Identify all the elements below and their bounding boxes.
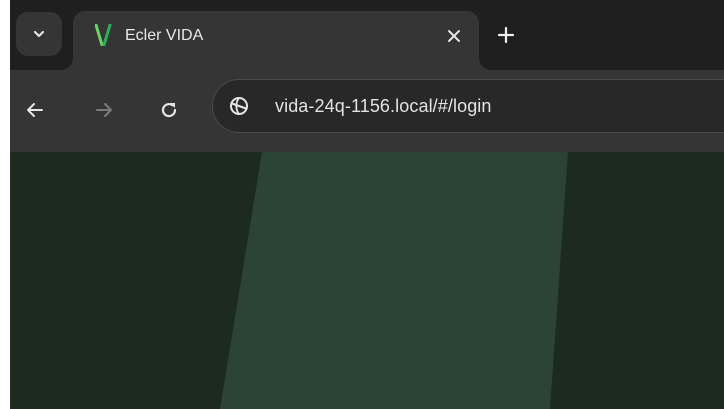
chevron-down-icon [32, 27, 46, 41]
url-text: vida-24q-1156.local/#/login [275, 96, 492, 116]
page-content [10, 152, 724, 409]
reload-icon [159, 100, 179, 120]
arrow-right-icon [94, 100, 114, 120]
arrow-left-icon [25, 100, 45, 120]
reload-button[interactable] [156, 97, 182, 123]
forward-button[interactable] [91, 97, 117, 123]
tab-active[interactable]: Ecler VIDA [73, 11, 479, 70]
background-diagonal-stripe [220, 152, 568, 409]
tab-strip: Ecler VIDA [10, 0, 724, 70]
close-icon[interactable] [443, 25, 465, 47]
globe-icon[interactable] [227, 94, 251, 118]
browser-window: Ecler VIDA vida-24q-1156.local/#/login [10, 0, 724, 409]
back-button[interactable] [22, 97, 48, 123]
plus-icon [497, 26, 515, 44]
new-tab-button[interactable] [494, 23, 518, 47]
tab-search-button[interactable] [16, 12, 62, 56]
vida-v-logo-icon [95, 24, 113, 46]
address-bar[interactable]: vida-24q-1156.local/#/login [212, 79, 724, 133]
tab-title: Ecler VIDA [125, 27, 204, 44]
browser-toolbar: vida-24q-1156.local/#/login [10, 70, 724, 152]
